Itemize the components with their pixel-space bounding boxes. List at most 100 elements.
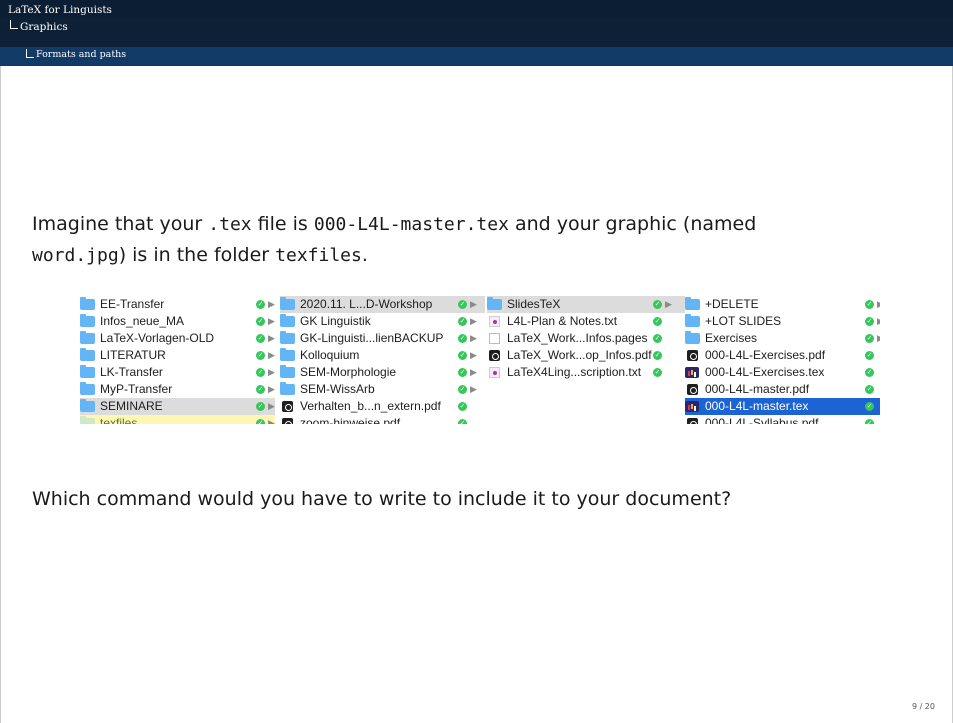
question-text: Which command would you have to write to…: [32, 488, 732, 510]
finder-item-label: 000-L4L-Exercises.tex: [705, 365, 825, 379]
sync-status-icon: ✓: [865, 351, 874, 360]
folder-icon: [280, 348, 295, 361]
finder-item[interactable]: SEM-Morphologie ✓ ▶: [280, 364, 485, 381]
finder-item[interactable]: Exercises ✓▶: [685, 330, 880, 347]
finder-item[interactable]: Kolloquium ✓ ▶: [280, 347, 485, 364]
finder-item[interactable]: 000-L4L-Exercises.pdf ✓: [685, 347, 880, 364]
sync-status-icon: ✓: [458, 317, 467, 326]
disclosure-arrow-icon: ▶: [877, 296, 880, 313]
code-span: 000-L4L-master.tex: [313, 214, 509, 235]
finder-item-label: zoom-hinweise.pdf: [300, 416, 401, 424]
finder-item[interactable]: LK-Transfer ✓ ▶: [80, 364, 275, 381]
finder-item[interactable]: LITERATUR ✓ ▶: [80, 347, 275, 364]
folder-icon: [685, 331, 700, 344]
disclosure-arrow-icon: ▶: [268, 299, 275, 309]
sync-status-icon: ✓: [865, 300, 874, 309]
finder-item[interactable]: Verhalten_b...n_extern.pdf ✓: [280, 398, 485, 415]
folder-icon: [280, 365, 295, 378]
tree-branch-icon: [26, 49, 34, 58]
finder-item[interactable]: SEMINARE ✓ ▶: [80, 398, 275, 415]
folder-icon: [685, 314, 700, 327]
finder-item[interactable]: Infos_neue_MA ✓ ▶: [80, 313, 275, 330]
finder-item-label: L4L-Plan & Notes.txt: [507, 314, 618, 328]
sync-status-icon: ✓: [653, 368, 662, 377]
sync-status-icon: ✓: [865, 402, 874, 411]
disclosure-arrow-icon: ▶: [470, 333, 477, 343]
sync-status-icon: ✓: [653, 351, 662, 360]
subsection-title: Formats and paths: [36, 49, 127, 60]
finder-item[interactable]: LaTeX_Work...Infos.pages ✓: [487, 330, 685, 347]
finder-item-label: Exercises: [705, 331, 758, 345]
finder-item[interactable]: texfiles ✓ ▶: [80, 415, 275, 424]
sync-status-icon: ✓: [865, 317, 874, 326]
finder-item-label: GK Linguistik: [300, 314, 371, 328]
text-span: Imagine that your: [32, 213, 209, 235]
finder-item[interactable]: GK Linguistik ✓ ▶: [280, 313, 485, 330]
finder-item[interactable]: zoom-hinweise.pdf ✓: [280, 415, 485, 424]
finder-column-view: EE-Transfer ✓ ▶ Infos_neue_MA ✓ ▶ LaTeX-Vorlag…: [80, 296, 880, 424]
pdf-file-icon: [282, 401, 293, 412]
finder-item[interactable]: 000-L4L-Syllabus.pdf ✓: [685, 415, 880, 424]
sync-status-icon: ✓: [256, 300, 265, 309]
finder-item[interactable]: GK-Linguisti...lienBACKUP ✓ ▶: [280, 330, 485, 347]
finder-item-label: EE-Transfer: [100, 297, 165, 311]
finder-item[interactable]: LaTeX-Vorlagen-OLD ✓ ▶: [80, 330, 275, 347]
finder-item-label: texfiles: [100, 416, 138, 424]
folder-icon: [80, 331, 95, 344]
finder-item-label: 2020.11. L...D-Workshop: [300, 297, 433, 311]
text-span: file is: [251, 213, 314, 235]
disclosure-arrow-icon: ▶: [268, 316, 275, 326]
sync-status-icon: ✓: [865, 368, 874, 377]
folder-icon: [280, 382, 295, 395]
finder-item[interactable]: +DELETE ✓▶: [685, 296, 880, 313]
folder-icon: [280, 331, 295, 344]
finder-item[interactable]: MyP-Transfer ✓ ▶: [80, 381, 275, 398]
pdf-file-icon: [687, 384, 698, 395]
disclosure-arrow-icon: ▶: [470, 367, 477, 377]
finder-item-label: LaTeX-Vorlagen-OLD: [100, 331, 215, 345]
finder-item-label: 000-L4L-master.tex: [705, 399, 809, 413]
finder-item[interactable]: 000-L4L-master.tex ✓: [685, 398, 880, 415]
finder-item[interactable]: LaTeX4Ling...scription.txt ✓: [487, 364, 685, 381]
finder-item-label: LaTeX4Ling...scription.txt: [507, 365, 642, 379]
finder-item[interactable]: 2020.11. L...D-Workshop ✓ ▶: [280, 296, 485, 313]
disclosure-arrow-icon: ▶: [268, 367, 275, 377]
pdf-file-icon: [687, 418, 698, 424]
folder-icon: [685, 297, 700, 310]
finder-item-label: SEM-Morphologie: [300, 365, 397, 379]
finder-item[interactable]: SEM-WissArb ✓ ▶: [280, 381, 485, 398]
sync-status-icon: ✓: [256, 334, 265, 343]
sync-status-icon: ✓: [256, 317, 265, 326]
disclosure-arrow-icon: ▶: [268, 418, 275, 424]
header-section-bar: Graphics: [0, 17, 953, 47]
disclosure-arrow-icon: ▶: [877, 313, 880, 330]
finder-item[interactable]: L4L-Plan & Notes.txt ✓: [487, 313, 685, 330]
finder-item[interactable]: SlidesTeX ✓ ▶: [487, 296, 685, 313]
finder-item[interactable]: EE-Transfer ✓ ▶: [80, 296, 275, 313]
sync-status-icon: ✓: [458, 300, 467, 309]
finder-item-label: Verhalten_b...n_extern.pdf: [300, 399, 441, 413]
folder-icon: [80, 416, 95, 424]
finder-item-label: SEM-WissArb: [300, 382, 375, 396]
pages-file-icon: [489, 333, 500, 344]
finder-item[interactable]: 000-L4L-master.pdf ✓: [685, 381, 880, 398]
finder-item-label: MyP-Transfer: [100, 382, 173, 396]
pdf-file-icon: [687, 350, 698, 361]
finder-column-2: 2020.11. L...D-Workshop ✓ ▶ GK Linguistik ✓ ▶…: [280, 296, 485, 424]
tree-branch-icon: [10, 20, 18, 29]
sync-status-icon: ✓: [458, 351, 467, 360]
finder-item[interactable]: LaTeX_Work...op_Infos.pdf ✓: [487, 347, 685, 364]
finder-item[interactable]: +LOT SLIDES ✓▶: [685, 313, 880, 330]
disclosure-arrow-icon: ▶: [470, 384, 477, 394]
sync-status-icon: ✓: [653, 317, 662, 326]
code-span: texfiles: [275, 245, 362, 266]
text-span: and your graphic (named: [508, 213, 757, 235]
sync-status-icon: ✓: [458, 334, 467, 343]
sync-status-icon: ✓: [458, 368, 467, 377]
finder-item-label: 000-L4L-master.pdf: [705, 382, 810, 396]
folder-icon: [80, 382, 95, 395]
disclosure-arrow-icon: ▶: [268, 384, 275, 394]
finder-item-label: Infos_neue_MA: [100, 314, 185, 328]
finder-item[interactable]: 000-L4L-Exercises.tex ✓: [685, 364, 880, 381]
sync-status-icon: ✓: [865, 385, 874, 394]
